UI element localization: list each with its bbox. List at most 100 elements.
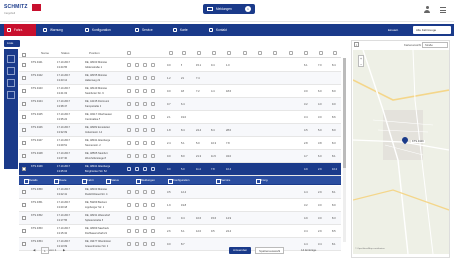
zoom-out-button[interactable]: − [359, 62, 363, 68]
close-map-icon[interactable]: × [354, 42, 359, 47]
row-checkbox[interactable] [22, 102, 26, 106]
prev-page-icon[interactable]: ◀ [33, 247, 35, 254]
action-button-details[interactable]: Details [23, 177, 38, 184]
info-icon[interactable] [151, 76, 155, 80]
info-icon[interactable] [151, 154, 155, 158]
info-icon[interactable] [151, 141, 155, 145]
lock-icon[interactable] [143, 216, 147, 220]
select-all-checkbox[interactable] [22, 53, 26, 57]
row-checkbox[interactable] [22, 190, 26, 194]
row-checkbox[interactable] [22, 154, 26, 158]
nav-item-service[interactable]: Service [132, 24, 166, 36]
table-row[interactable]: KTS 4351 17.10.2017 13:20:18 DE, 59269 Beck… [19, 199, 341, 212]
table-row[interactable]: KTS 4350 17.10.2017 13:22:41 DE, 48163 Müns… [19, 186, 341, 199]
status-icon[interactable] [135, 115, 139, 119]
list-view-button[interactable]: Liste [4, 40, 20, 47]
status-icon[interactable] [135, 102, 139, 106]
info-icon[interactable] [151, 229, 155, 233]
route-icon[interactable] [127, 216, 131, 220]
row-checkbox[interactable] [22, 115, 26, 119]
status-icon[interactable] [135, 167, 139, 171]
table-row[interactable]: KTS 4347 17.10.2017 13:29:51 DE, 48341 Alte… [19, 137, 341, 150]
route-icon[interactable] [127, 154, 131, 158]
status-icon[interactable] [135, 154, 139, 158]
action-button-route[interactable]: Route [53, 177, 66, 184]
route-icon[interactable] [127, 76, 131, 80]
table-row[interactable]: KTS 4341 17.10.2017 13:44:55 DE, 48163 Müns… [19, 59, 341, 72]
lock-icon[interactable] [143, 89, 147, 93]
info-icon[interactable] [151, 63, 155, 67]
info-icon[interactable] [151, 89, 155, 93]
lock-icon[interactable] [143, 128, 147, 132]
route-icon[interactable] [127, 128, 131, 132]
route-icon[interactable] [127, 167, 131, 171]
row-checkbox[interactable] [22, 89, 26, 93]
lock-icon[interactable] [143, 102, 147, 106]
info-icon[interactable] [151, 115, 155, 119]
column-select[interactable]: Spaltenauswahl [255, 247, 285, 254]
info-icon[interactable] [151, 167, 155, 171]
row-checkbox[interactable] [22, 76, 26, 80]
status-icon[interactable] [135, 89, 139, 93]
table-row[interactable]: KTS 4342 17.10.2017 13:43:12 DE, 48155 Müns… [19, 72, 341, 85]
route-icon[interactable] [127, 229, 131, 233]
table-row[interactable]: KTS 4344 17.10.2017 13:38:47 DE, 44135 Dort… [19, 98, 341, 111]
lock-icon[interactable] [143, 229, 147, 233]
brand-logo[interactable]: SCHMITZ Cargobull [4, 4, 44, 18]
columns-icon[interactable] [7, 67, 15, 75]
scrollbar-thumb[interactable] [343, 58, 346, 168]
route-icon[interactable] [127, 190, 131, 194]
nav-item-map[interactable]: Karte [170, 24, 202, 36]
table-row[interactable]: KTS 4346 17.10.2017 13:32:09 DE, 48282 Emsd… [19, 124, 341, 137]
action-button-status[interactable]: Status [105, 177, 119, 184]
info-icon[interactable] [151, 128, 155, 132]
print-icon[interactable] [7, 91, 15, 99]
lock-icon[interactable] [143, 141, 147, 145]
row-checkbox[interactable] [22, 128, 26, 132]
next-page-icon[interactable]: ▶ [63, 247, 65, 254]
lock-icon[interactable] [143, 115, 147, 119]
action-button-meldungen[interactable]: Meldungen [135, 177, 155, 184]
filter-icon[interactable] [7, 55, 15, 63]
table-row[interactable]: KTS 4345 17.10.2017 13:35:22 DE, 46117 Ober… [19, 111, 341, 124]
table-row[interactable]: KTS 4352 17.10.2017 13:17:55 DE, 48231 Ware… [19, 212, 341, 225]
hamburger-menu-icon[interactable] [440, 7, 446, 13]
route-icon[interactable] [127, 141, 131, 145]
row-checkbox[interactable] [22, 141, 26, 145]
info-icon[interactable] [151, 190, 155, 194]
row-checkbox[interactable] [22, 167, 26, 171]
status-icon[interactable] [135, 229, 139, 233]
table-row[interactable]: KTS 4348 17.10.2017 13:27:30 DE, 48565 Stei… [19, 150, 341, 163]
vehicle-marker-icon[interactable] [400, 135, 410, 145]
map-zoom-control[interactable]: + − [358, 55, 364, 67]
table-row[interactable]: KTS 4343 17.10.2017 13:41:03 DE, 48149 Müns… [19, 85, 341, 98]
map-view[interactable]: + − KTS 4349 © OpenStreetMap contributor… [353, 50, 449, 254]
lock-icon[interactable] [143, 167, 147, 171]
status-icon[interactable] [135, 141, 139, 145]
route-icon[interactable] [127, 63, 131, 67]
vehicle-group-select[interactable]: Alle Fahrzeuge [413, 26, 451, 34]
status-icon[interactable] [135, 190, 139, 194]
nav-item-warning[interactable]: Warnung [40, 24, 78, 36]
route-icon[interactable] [127, 102, 131, 106]
action-button-service[interactable]: Service [215, 177, 230, 184]
settings-button[interactable]: Einstell. [388, 26, 399, 34]
status-icon[interactable] [135, 63, 139, 67]
status-icon[interactable] [135, 216, 139, 220]
status-icon[interactable] [135, 76, 139, 80]
status-icon[interactable] [135, 203, 139, 207]
row-checkbox[interactable] [22, 216, 26, 220]
page-number-input[interactable]: 1 [41, 247, 49, 254]
row-checkbox[interactable] [22, 63, 26, 67]
info-icon[interactable] [151, 216, 155, 220]
action-button-freig-[interactable]: Freig. [255, 177, 268, 184]
lock-icon[interactable] [143, 203, 147, 207]
nav-item-contact[interactable]: Kontakt [206, 24, 240, 36]
user-icon[interactable] [424, 6, 430, 14]
table-row[interactable]: KTS 4349 17.10.2017 13:25:04 DE, 48341 Alte… [19, 163, 341, 176]
route-icon[interactable] [127, 89, 131, 93]
table-scrollbar[interactable] [343, 58, 346, 242]
column-header-status[interactable]: Status [61, 49, 70, 58]
row-checkbox[interactable] [22, 203, 26, 207]
table-row[interactable]: KTS 4353 17.10.2017 13:15:32 DE, 48369 Saer… [19, 225, 341, 238]
